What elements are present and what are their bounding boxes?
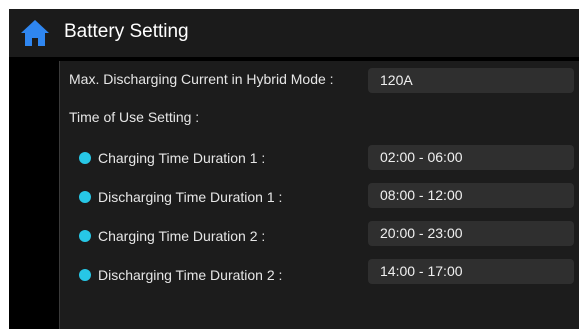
settings-panel: Max. Discharging Current in Hybrid Mode …: [59, 61, 579, 329]
discharging-duration-1-label: Discharging Time Duration 1 :: [98, 189, 283, 205]
charging-duration-1-field[interactable]: 02:00 - 06:00: [368, 145, 574, 170]
charging-duration-1-label: Charging Time Duration 1 :: [98, 150, 266, 166]
max-discharge-label: Max. Discharging Current in Hybrid Mode …: [69, 71, 334, 87]
discharging-duration-2-field[interactable]: 14:00 - 17:00: [368, 259, 574, 284]
bullet-icon: [79, 152, 91, 164]
time-of-use-label: Time of Use Setting :: [69, 109, 200, 125]
header-bar: Battery Setting: [9, 9, 579, 57]
bullet-icon: [79, 230, 91, 242]
page-title: Battery Setting: [64, 21, 189, 42]
discharging-duration-1-field[interactable]: 08:00 - 12:00: [368, 183, 574, 208]
battery-setting-screen: Battery Setting Max. Discharging Current…: [9, 9, 579, 329]
charging-duration-2-label: Charging Time Duration 2 :: [98, 228, 266, 244]
home-icon[interactable]: [19, 18, 51, 48]
bullet-icon: [79, 191, 91, 203]
charging-duration-2-field[interactable]: 20:00 - 23:00: [368, 221, 574, 246]
discharging-duration-2-label: Discharging Time Duration 2 :: [98, 267, 283, 283]
bullet-icon: [79, 269, 91, 281]
max-discharge-value-field[interactable]: 120A: [368, 68, 574, 93]
